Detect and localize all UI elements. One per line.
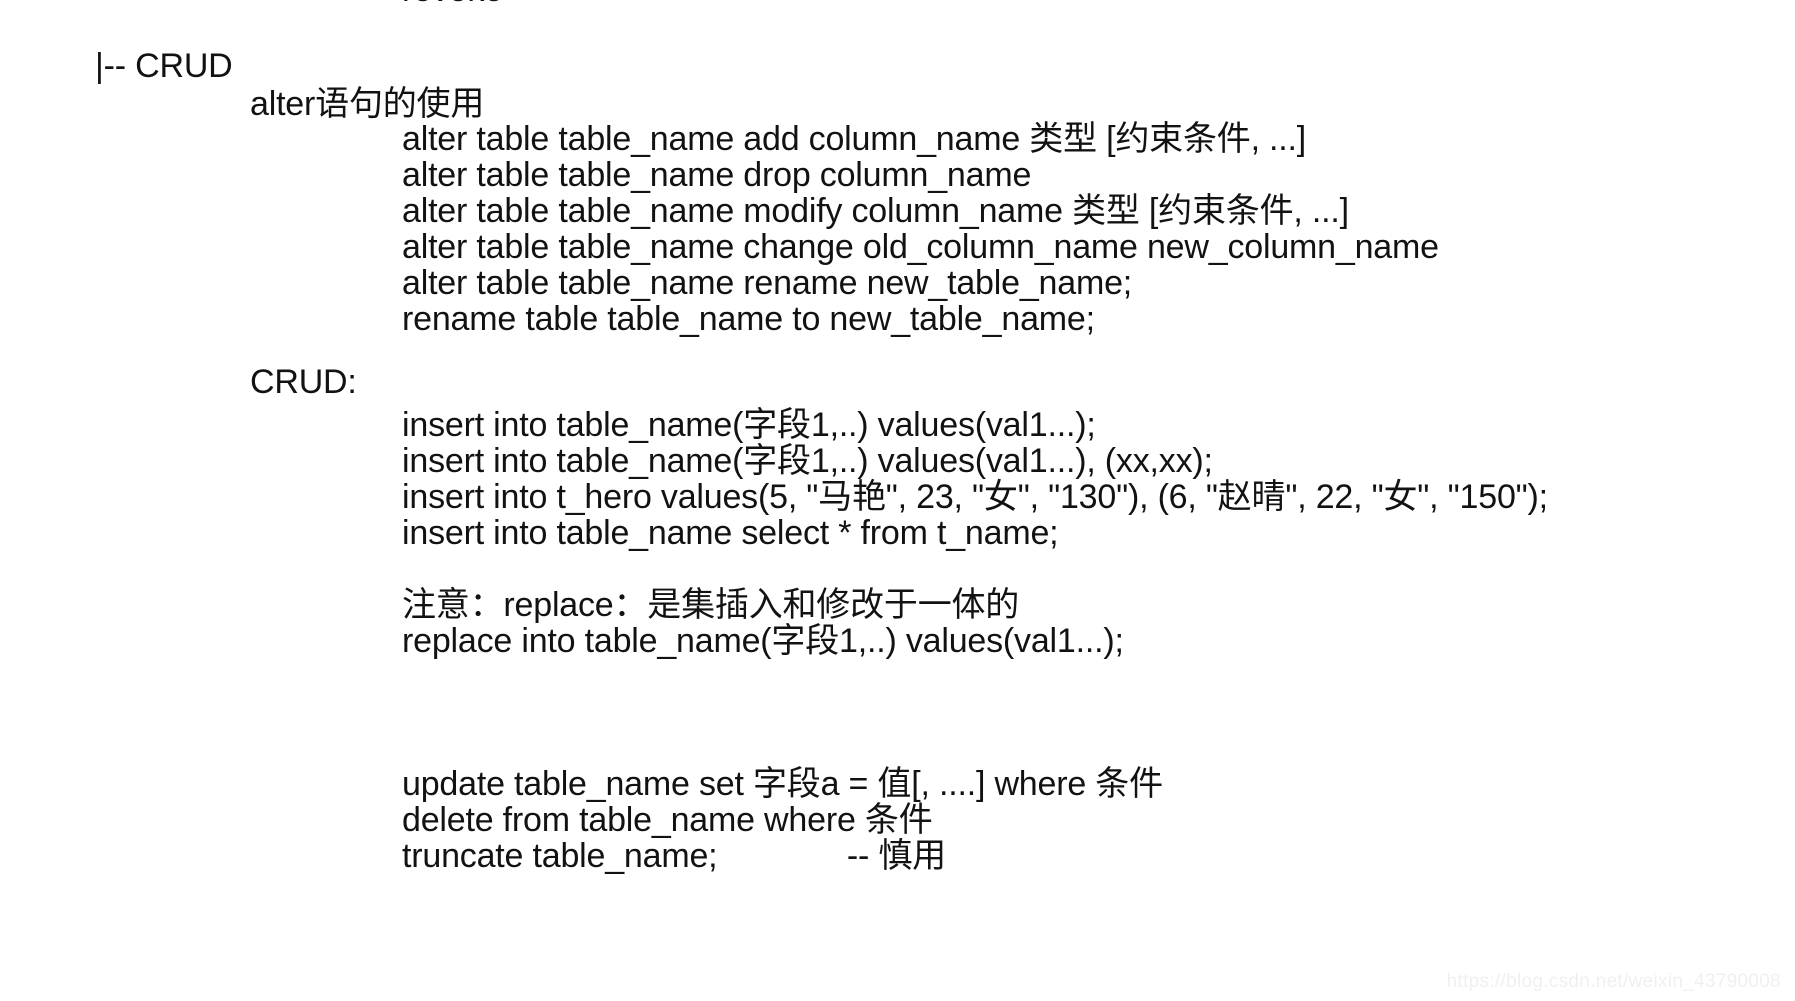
code-line-replace-into: replace into table_name(字段1,..) values(v… [402,622,1124,660]
clipped-top-line-region: revoke [0,0,1795,9]
code-line-truncate: truncate table_name; -- 慎用 [402,837,946,875]
code-line-alter-modify: alter table table_name modify column_nam… [402,192,1349,230]
code-line-insert-thero: insert into t_hero values(5, "马艳", 23, "… [402,478,1548,516]
code-line-delete: delete from table_name where 条件 [402,801,933,839]
code-line-alter-change: alter table table_name change old_column… [402,228,1439,266]
heading-crud-root: |-- CRUD [95,47,233,85]
code-line-alter-add: alter table table_name add column_name 类… [402,120,1307,158]
document-canvas: revoke |-- CRUD alter语句的使用 alter table t… [0,0,1795,1001]
code-line-alter-drop: alter table table_name drop column_name [402,156,1032,194]
code-line-rename-table: rename table table_name to new_table_nam… [402,300,1095,338]
note-replace: 注意：replace：是集插入和修改于一体的 [402,586,1020,624]
code-line-alter-rename: alter table table_name rename new_table_… [402,264,1133,302]
csdn-watermark: https://blog.csdn.net/weixin_43790008 [1446,971,1781,992]
heading-crud-label: CRUD: [250,363,357,401]
code-line-update: update table_name set 字段a = 值[, ....] wh… [402,765,1163,803]
code-line-insert-select: insert into table_name select * from t_n… [402,514,1059,552]
code-line-insert-multi: insert into table_name(字段1,..) values(va… [402,442,1213,480]
heading-alter-usage: alter语句的使用 [250,85,485,123]
code-line-insert-basic: insert into table_name(字段1,..) values(va… [402,406,1096,444]
clipped-text-revoke: revoke [402,0,503,9]
